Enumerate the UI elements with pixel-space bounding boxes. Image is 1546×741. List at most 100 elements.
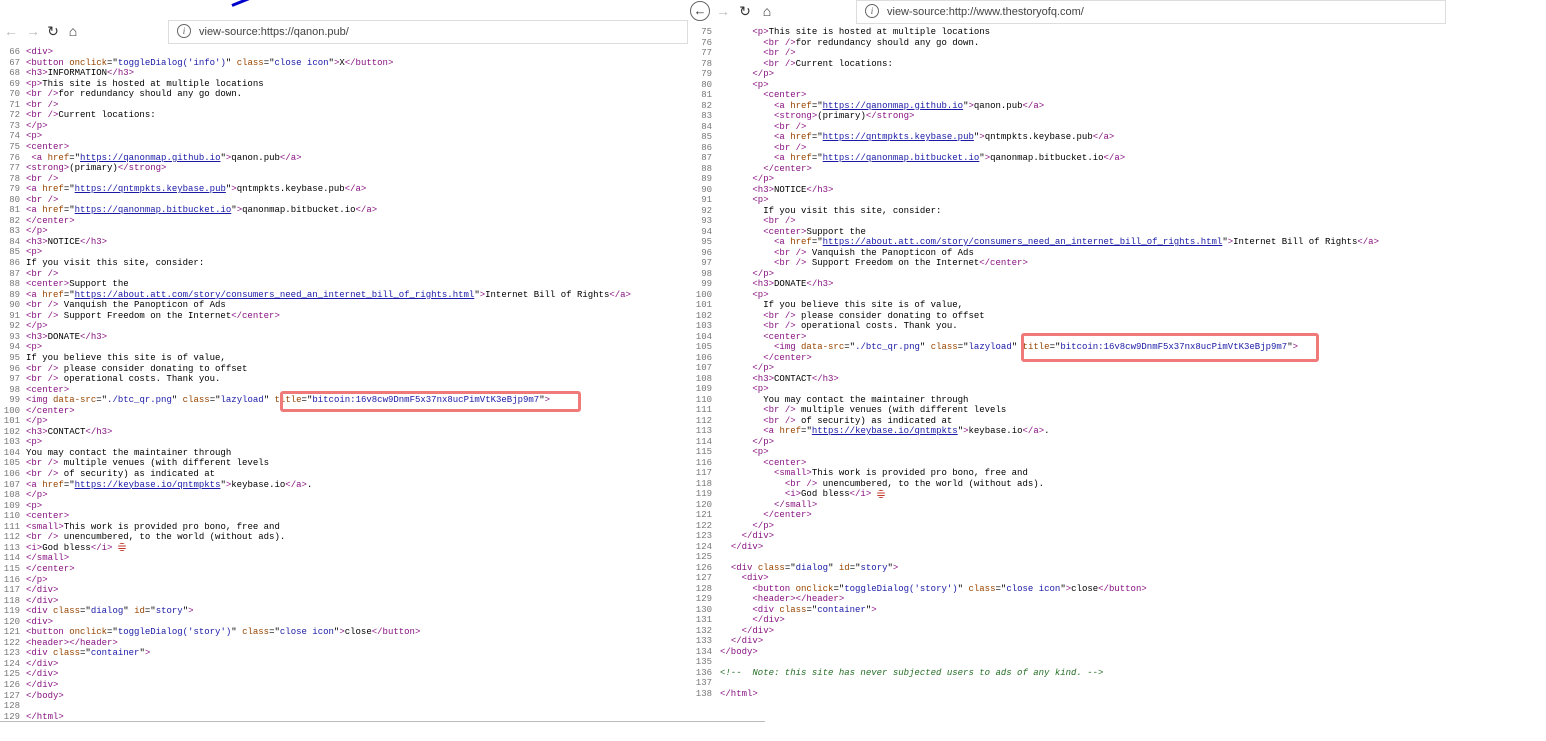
right-browser-window: ← → ↻ ⌂ i view-source:http://www.thestory…	[688, 0, 1450, 700]
line-number: 92	[9, 321, 20, 332]
source-line: 109 <p>	[688, 384, 769, 395]
line-text: <p>	[26, 131, 43, 142]
line-number: 73	[9, 120, 20, 131]
line-text: If you believe this site is of value,	[720, 300, 964, 310]
source-line: 80 <p>	[688, 80, 768, 91]
line-number: 87	[701, 153, 712, 163]
line-number: 117	[3, 585, 20, 596]
source-line: 119 <i>God bless</i>	[688, 489, 885, 500]
horizontal-scrollbar[interactable]	[0, 721, 765, 722]
line-text: <small>This work is provided pro bono, f…	[774, 468, 1028, 478]
source-line: 82 </center>	[0, 215, 75, 227]
line-number: 122	[695, 520, 712, 531]
line-number: 112	[3, 532, 20, 543]
line-text: <h3>INFORMATION</h3>	[26, 68, 135, 79]
line-text: <h3>NOTICE</h3>	[26, 236, 108, 247]
source-line: 111 <br /> multiple venues (with differe…	[688, 405, 1006, 416]
left-address-bar[interactable]: i view-source:https://qanon.pub/	[168, 20, 688, 44]
source-line: 101 If you believe this site is of value…	[688, 300, 963, 311]
source-line: 77 <strong>(primary)</strong>	[0, 163, 166, 174]
line-number: 82	[701, 100, 712, 111]
reload-button[interactable]: ↻	[44, 22, 62, 40]
source-line: 80 <br />	[0, 195, 58, 206]
line-text: </center>	[26, 215, 75, 226]
line-number: 130	[695, 604, 712, 615]
reload-button[interactable]: ↻	[736, 2, 754, 20]
back-button[interactable]: ←	[2, 22, 20, 40]
right-address-bar[interactable]: i view-source:http://www.thestoryofq.com/	[856, 0, 1446, 24]
source-line: 69 <p>This site is hosted at multiple loc…	[0, 78, 264, 90]
line-number: 78	[701, 58, 712, 69]
source-line: 75 <center>	[0, 142, 69, 153]
source-line: 115 </center>	[0, 564, 75, 575]
line-text: </div>	[741, 625, 775, 636]
line-number: 114	[695, 436, 712, 447]
source-line: 88 <center>Support the	[0, 279, 128, 290]
info-icon[interactable]: i	[177, 24, 191, 39]
source-line: 116 <center>	[688, 458, 807, 469]
source-line: 76 <a href="https://qanonmap.github.io">…	[0, 152, 302, 164]
source-line: 84 <h3>NOTICE</h3>	[0, 237, 107, 248]
back-button[interactable]: ←	[690, 1, 710, 21]
line-number: 85	[701, 132, 712, 142]
line-text: <button onclick="toggleDialog('story')" …	[26, 627, 421, 638]
source-line: 130 <div class="container">	[688, 605, 877, 616]
line-number: 67	[9, 57, 20, 68]
line-text: <p>	[752, 447, 769, 457]
line-number: 92	[701, 205, 712, 216]
line-number: 77	[9, 163, 20, 174]
source-line: 112 <br /> unencumbered, to the world (wi…	[0, 532, 285, 543]
forward-button[interactable]: →	[24, 22, 42, 40]
line-text: <a href="https://about.att.com/story/con…	[774, 237, 1379, 247]
line-text: <p>This site is hosted at multiple locat…	[26, 78, 264, 89]
line-number: 123	[3, 648, 20, 659]
line-text: <a href="https://keybase.io/qntmpkts">ke…	[26, 479, 313, 490]
source-line: 93 <h3>DONATE</h3>	[0, 332, 107, 343]
line-number: 95	[9, 352, 20, 363]
home-button[interactable]: ⌂	[64, 22, 82, 40]
line-number: 93	[701, 216, 712, 226]
source-line: 119 <div class="dialog" id="story">	[0, 606, 194, 617]
line-number: 109	[695, 384, 712, 394]
line-text: <br /> Support Freedom on the Internet</…	[774, 258, 1028, 268]
source-line: 84 <br />	[688, 122, 806, 133]
line-text: <div class="dialog" id="story">	[26, 606, 194, 617]
source-line: 105 <br /> multiple venues (with differen…	[0, 458, 269, 469]
line-number: 129	[695, 594, 712, 604]
line-number: 80	[9, 194, 20, 205]
source-line: 122 <header></header>	[0, 638, 118, 649]
source-line: 127 <div>	[688, 573, 769, 584]
info-icon[interactable]: i	[865, 4, 879, 19]
source-line: 135	[688, 657, 720, 668]
source-line: 98 <center>	[0, 385, 69, 396]
home-button[interactable]: ⌂	[758, 2, 776, 20]
line-text: <br /> operational costs. Thank you.	[763, 321, 958, 331]
line-number: 121	[3, 627, 20, 638]
source-line: 124 </div>	[0, 659, 59, 670]
source-line: 85 <a href="https://qntmpkts.keybase.pub…	[688, 132, 1114, 143]
line-number: 133	[695, 636, 712, 646]
line-text: <br />for redundancy should any go down.	[26, 89, 243, 100]
line-number: 77	[701, 48, 712, 58]
line-number: 82	[9, 215, 20, 226]
line-number: 75	[9, 141, 20, 152]
source-line: 85 <p>	[0, 247, 42, 258]
line-text: <br /> Vanquish the Panopticon of Ads	[774, 247, 974, 258]
source-line: 81 <center>	[688, 90, 806, 101]
line-text: <h3>CONTACT</h3>	[26, 426, 113, 437]
source-line: 89 <a href="https://about.att.com/story/c…	[0, 290, 631, 301]
source-line: 138 </html>	[688, 689, 758, 700]
source-line: 120 <div>	[0, 617, 53, 628]
line-text: <!-- Note: this site has never subjected…	[720, 667, 1104, 678]
line-text: <h3>CONTACT</h3>	[752, 373, 839, 384]
line-number: 83	[701, 111, 712, 121]
source-line: 101 </p>	[0, 416, 48, 427]
left-toolbar: ← → ↻ ⌂ i view-source:https://qanon.pub/	[0, 0, 688, 44]
line-text: <a href="https://qanonmap.github.io">qan…	[31, 152, 302, 163]
source-line: 95 <a href="https://about.att.com/story/…	[688, 237, 1379, 248]
line-text: </p>	[26, 416, 48, 427]
forward-button[interactable]: →	[714, 2, 732, 20]
line-number: 96	[9, 363, 20, 374]
line-number: 118	[3, 595, 20, 606]
source-line: 125 </div>	[0, 669, 59, 680]
